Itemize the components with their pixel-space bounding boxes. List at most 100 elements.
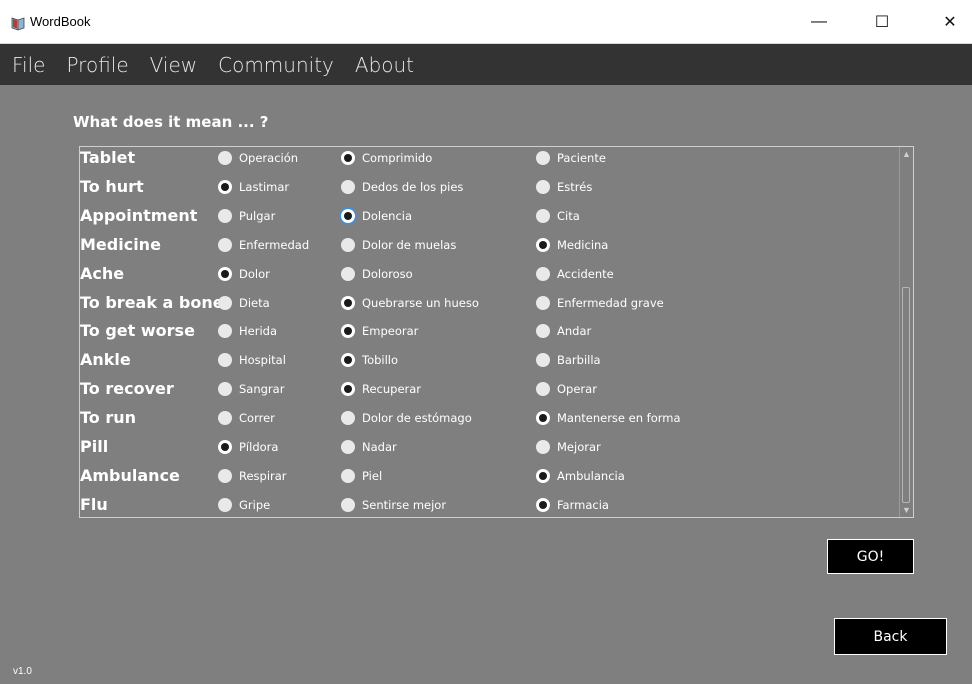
- answer-option[interactable]: Herida: [218, 324, 277, 339]
- answer-option[interactable]: Dolencia: [341, 208, 412, 223]
- radio-button[interactable]: [218, 151, 232, 165]
- answer-option[interactable]: Mejorar: [536, 440, 601, 454]
- radio-button[interactable]: [218, 237, 232, 252]
- answer-label: Enfermedad grave: [557, 295, 664, 310]
- answer-option[interactable]: Tobillo: [341, 353, 398, 368]
- answer-option[interactable]: Estrés: [536, 179, 592, 194]
- answer-option[interactable]: Enfermedad: [218, 237, 309, 252]
- answer-option[interactable]: Operar: [536, 382, 597, 397]
- answer-option[interactable]: Operación: [218, 151, 298, 165]
- radio-button[interactable]: [341, 353, 355, 368]
- answer-option[interactable]: Respirar: [218, 468, 287, 483]
- answer-option[interactable]: Andar: [536, 324, 592, 339]
- answer-option[interactable]: Lastimar: [218, 179, 289, 194]
- answer-label: Andar: [557, 324, 592, 339]
- answer-option[interactable]: Paciente: [536, 151, 606, 165]
- answer-option[interactable]: Dolor de muelas: [341, 237, 456, 252]
- answer-option[interactable]: Ambulancia: [536, 468, 625, 483]
- radio-button[interactable]: [341, 468, 355, 483]
- answer-option[interactable]: Medicina: [536, 237, 608, 252]
- answer-option[interactable]: Enfermedad grave: [536, 295, 664, 310]
- radio-button[interactable]: [536, 440, 550, 454]
- radio-button[interactable]: [536, 353, 550, 368]
- scroll-thumb[interactable]: [902, 287, 910, 503]
- menu-file[interactable]: File: [12, 53, 45, 77]
- radio-button[interactable]: [341, 295, 355, 310]
- radio-button[interactable]: [218, 179, 232, 194]
- radio-button[interactable]: [218, 440, 232, 454]
- answer-option[interactable]: Empeorar: [341, 324, 418, 339]
- answer-option[interactable]: Pulgar: [218, 208, 276, 223]
- radio-button[interactable]: [536, 266, 550, 281]
- menu-view[interactable]: View: [150, 53, 197, 77]
- menu-community[interactable]: Community: [218, 53, 334, 77]
- radio-button[interactable]: [536, 324, 550, 339]
- radio-button[interactable]: [536, 151, 550, 165]
- radio-button[interactable]: [218, 324, 232, 339]
- go-button[interactable]: GO!: [827, 539, 914, 574]
- answer-label: Pulgar: [239, 208, 276, 223]
- radio-button[interactable]: [341, 266, 355, 281]
- question-word: Ankle: [80, 350, 131, 370]
- radio-button[interactable]: [218, 353, 232, 368]
- answer-option[interactable]: Accidente: [536, 266, 614, 281]
- radio-button[interactable]: [218, 208, 232, 223]
- radio-button[interactable]: [218, 468, 232, 483]
- menu-profile[interactable]: Profile: [66, 53, 128, 77]
- scroll-up-icon[interactable]: ▲: [900, 147, 913, 161]
- vertical-scrollbar[interactable]: ▲ ▼: [899, 147, 913, 517]
- close-button[interactable]: ✕: [928, 0, 972, 44]
- radio-button[interactable]: [218, 295, 232, 310]
- radio-button[interactable]: [218, 266, 232, 281]
- answer-option[interactable]: Gripe: [218, 497, 270, 512]
- quiz-list[interactable]: Tablet Operación Comprimido Paciente To hurt…: [79, 146, 914, 518]
- radio-button[interactable]: [341, 497, 355, 512]
- radio-button[interactable]: [536, 497, 550, 512]
- radio-button[interactable]: [341, 324, 355, 339]
- answer-option[interactable]: Barbilla: [536, 353, 601, 368]
- answer-option[interactable]: Doloroso: [341, 266, 413, 281]
- answer-option[interactable]: Mantenerse en forma: [536, 411, 681, 426]
- answer-option[interactable]: Sentirse mejor: [341, 497, 446, 512]
- radio-button[interactable]: [536, 237, 550, 252]
- radio-button[interactable]: [341, 382, 355, 397]
- radio-button[interactable]: [218, 497, 232, 512]
- radio-button[interactable]: [536, 179, 550, 194]
- answer-option[interactable]: Recuperar: [341, 382, 421, 397]
- radio-button[interactable]: [536, 208, 550, 223]
- minimize-button[interactable]: —: [797, 0, 841, 44]
- radio-button[interactable]: [341, 208, 355, 223]
- answer-option[interactable]: Comprimido: [341, 151, 432, 165]
- radio-button[interactable]: [341, 179, 355, 194]
- answer-option[interactable]: Sangrar: [218, 382, 284, 397]
- radio-button[interactable]: [341, 440, 355, 454]
- answer-option[interactable]: Farmacia: [536, 497, 609, 512]
- answer-option[interactable]: Quebrarse un hueso: [341, 295, 479, 310]
- question-heading: What does it mean ... ?: [73, 113, 269, 131]
- maximize-button[interactable]: ☐: [860, 0, 904, 44]
- answer-option[interactable]: Cita: [536, 208, 580, 223]
- answer-option[interactable]: Correr: [218, 411, 275, 426]
- answer-label: Cita: [557, 208, 580, 223]
- answer-option[interactable]: Dedos de los pies: [341, 179, 463, 194]
- radio-button[interactable]: [218, 382, 232, 397]
- radio-button[interactable]: [218, 411, 232, 426]
- scroll-down-icon[interactable]: ▼: [900, 503, 913, 517]
- radio-button[interactable]: [341, 237, 355, 252]
- radio-button[interactable]: [536, 382, 550, 397]
- radio-button[interactable]: [536, 295, 550, 310]
- answer-option[interactable]: Hospital: [218, 353, 286, 368]
- radio-button[interactable]: [536, 468, 550, 483]
- answer-option[interactable]: Nadar: [341, 440, 397, 454]
- radio-button[interactable]: [536, 411, 550, 426]
- radio-button[interactable]: [341, 411, 355, 426]
- answer-option[interactable]: Dolor: [218, 266, 270, 281]
- answer-option[interactable]: Dieta: [218, 295, 270, 310]
- menu-about[interactable]: About: [355, 53, 414, 77]
- answer-option[interactable]: Dolor de estómago: [341, 411, 472, 426]
- radio-button[interactable]: [341, 151, 355, 165]
- answer-option[interactable]: Piel: [341, 468, 382, 483]
- back-button[interactable]: Back: [834, 618, 947, 655]
- maximize-icon: ☐: [874, 14, 890, 31]
- answer-option[interactable]: Píldora: [218, 440, 278, 454]
